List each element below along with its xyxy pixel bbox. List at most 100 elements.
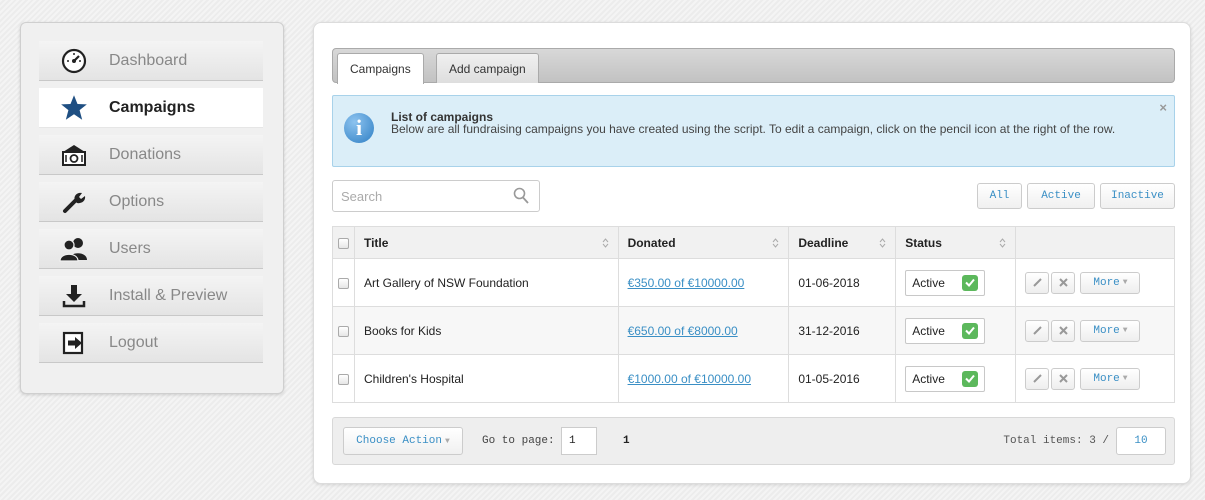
donated-link[interactable]: €350.00 of €10000.00: [628, 276, 745, 290]
edit-button[interactable]: [1025, 319, 1050, 342]
sidebar-item-label: Users: [109, 239, 151, 257]
column-header-label: Deadline: [798, 235, 849, 250]
info-box: i List of campaigns Below are all fundra…: [332, 95, 1175, 167]
sort-icon: [602, 238, 608, 248]
delete-icon: [1058, 278, 1068, 287]
info-icon: i: [344, 113, 374, 143]
users-icon: [39, 236, 109, 262]
status-cell: Active: [895, 258, 1017, 307]
check-icon: [962, 322, 979, 339]
donated-cell: €350.00 of €10000.00: [617, 258, 790, 307]
check-icon: [962, 370, 979, 387]
total-items-label: Total items: 3 /: [1003, 435, 1109, 447]
choose-action-button[interactable]: Choose Action ▼: [343, 427, 463, 455]
select-all-checkbox[interactable]: [338, 237, 349, 249]
deadline-cell: 31-12-2016: [788, 306, 897, 355]
row-checkbox[interactable]: [338, 325, 349, 337]
sort-icon: [999, 238, 1006, 248]
pencil-icon: [1032, 326, 1042, 335]
more-label: More: [1093, 324, 1120, 337]
chevron-down-icon: ▼: [1122, 326, 1128, 335]
column-header-status[interactable]: Status: [895, 226, 1017, 259]
goto-page-input[interactable]: [561, 427, 597, 455]
check-icon: [962, 274, 979, 291]
tab-campaigns[interactable]: Campaigns: [337, 53, 424, 84]
items-per-page-select[interactable]: 10: [1116, 427, 1166, 455]
donated-cell: €1000.00 of €10000.00: [617, 354, 790, 403]
search-input[interactable]: [333, 181, 503, 211]
status-label: Active: [912, 323, 945, 338]
edit-button[interactable]: [1025, 367, 1050, 390]
sidebar-item-label: Donations: [109, 145, 182, 163]
sidebar-item-label: Campaigns: [109, 98, 196, 116]
row-checkbox[interactable]: [338, 373, 349, 385]
sidebar-item-logout[interactable]: Logout: [39, 323, 263, 363]
sidebar-item-label: Logout: [109, 333, 158, 351]
more-button[interactable]: More ▼: [1080, 319, 1141, 342]
page-count[interactable]: 1: [623, 435, 630, 447]
status-select[interactable]: Active: [905, 317, 986, 344]
campaign-title: Books for Kids: [353, 306, 619, 355]
sidebar-item-label: Install & Preview: [109, 286, 228, 304]
pencil-icon: [1032, 278, 1042, 287]
row-select-cell: [332, 354, 355, 403]
delete-button[interactable]: [1051, 319, 1076, 342]
delete-button[interactable]: [1051, 367, 1076, 390]
more-label: More: [1093, 372, 1120, 385]
status-cell: Active: [895, 354, 1017, 403]
sidebar-item-label: Dashboard: [109, 51, 188, 69]
logout-icon: [39, 330, 109, 356]
choose-action-label: Choose Action: [356, 435, 442, 447]
campaign-title: Art Gallery of NSW Foundation: [353, 258, 619, 307]
sidebar-item-users[interactable]: Users: [39, 229, 263, 269]
sidebar-item-donations[interactable]: Donations: [39, 135, 263, 175]
donated-link[interactable]: €650.00 of €8000.00: [628, 324, 738, 338]
table-footer: Choose Action▼ Go to page: 1 Total items…: [332, 417, 1175, 465]
tab-bar: Campaigns Add campaign: [332, 48, 1175, 84]
delete-button[interactable]: [1051, 271, 1076, 294]
column-header-actions: [1015, 226, 1175, 259]
dashboard-icon: [39, 48, 109, 74]
chevron-down-icon: ▼: [445, 436, 450, 446]
filter-inactive-button[interactable]: Inactive: [1100, 183, 1175, 209]
sidebar-item-campaigns[interactable]: Campaigns: [39, 88, 263, 128]
search-icon[interactable]: [513, 187, 529, 207]
status-label: Active: [912, 275, 945, 290]
filter-active-button[interactable]: Active: [1027, 183, 1095, 209]
chevron-down-icon: ▼: [1122, 278, 1128, 287]
column-header-donated[interactable]: Donated: [617, 226, 790, 259]
row-select-cell: [332, 258, 355, 307]
more-button[interactable]: More ▼: [1080, 367, 1141, 390]
table-row: Children's Hospital €1000.00 of €10000.0…: [332, 354, 1175, 403]
actions-cell: More ▼: [1015, 258, 1175, 307]
delete-icon: [1058, 374, 1068, 383]
pencil-icon: [1032, 374, 1042, 383]
filter-all-button[interactable]: All: [977, 183, 1022, 209]
column-header-label: Donated: [627, 235, 676, 250]
campaign-title: Children's Hospital: [353, 354, 619, 403]
close-icon[interactable]: ×: [1159, 100, 1167, 115]
row-checkbox[interactable]: [338, 277, 349, 289]
select-all-cell: [332, 226, 355, 259]
actions-cell: More ▼: [1015, 306, 1175, 355]
sidebar-item-options[interactable]: Options: [39, 182, 263, 222]
chevron-down-icon: ▼: [1122, 374, 1128, 383]
edit-button[interactable]: [1025, 271, 1050, 294]
sidebar-item-dashboard[interactable]: Dashboard: [39, 41, 263, 81]
column-header-title[interactable]: Title: [353, 226, 619, 259]
status-select[interactable]: Active: [905, 365, 986, 392]
sort-icon: [879, 238, 886, 248]
sidebar-item-install-preview[interactable]: Install & Preview: [39, 276, 263, 316]
campaigns-table: Title Donated Deadline Status Art Galler…: [332, 226, 1175, 403]
tab-add-campaign[interactable]: Add campaign: [436, 53, 539, 83]
row-select-cell: [332, 306, 355, 355]
status-select[interactable]: Active: [905, 269, 986, 296]
delete-icon: [1058, 326, 1068, 335]
deadline-cell: 01-05-2016: [788, 354, 897, 403]
more-button[interactable]: More ▼: [1080, 271, 1141, 294]
donated-link[interactable]: €1000.00 of €10000.00: [628, 372, 751, 386]
table-row: Art Gallery of NSW Foundation €350.00 of…: [332, 258, 1175, 307]
download-icon: [39, 283, 109, 309]
main-panel: Campaigns Add campaign i List of campaig…: [313, 22, 1191, 484]
column-header-deadline[interactable]: Deadline: [788, 226, 897, 259]
